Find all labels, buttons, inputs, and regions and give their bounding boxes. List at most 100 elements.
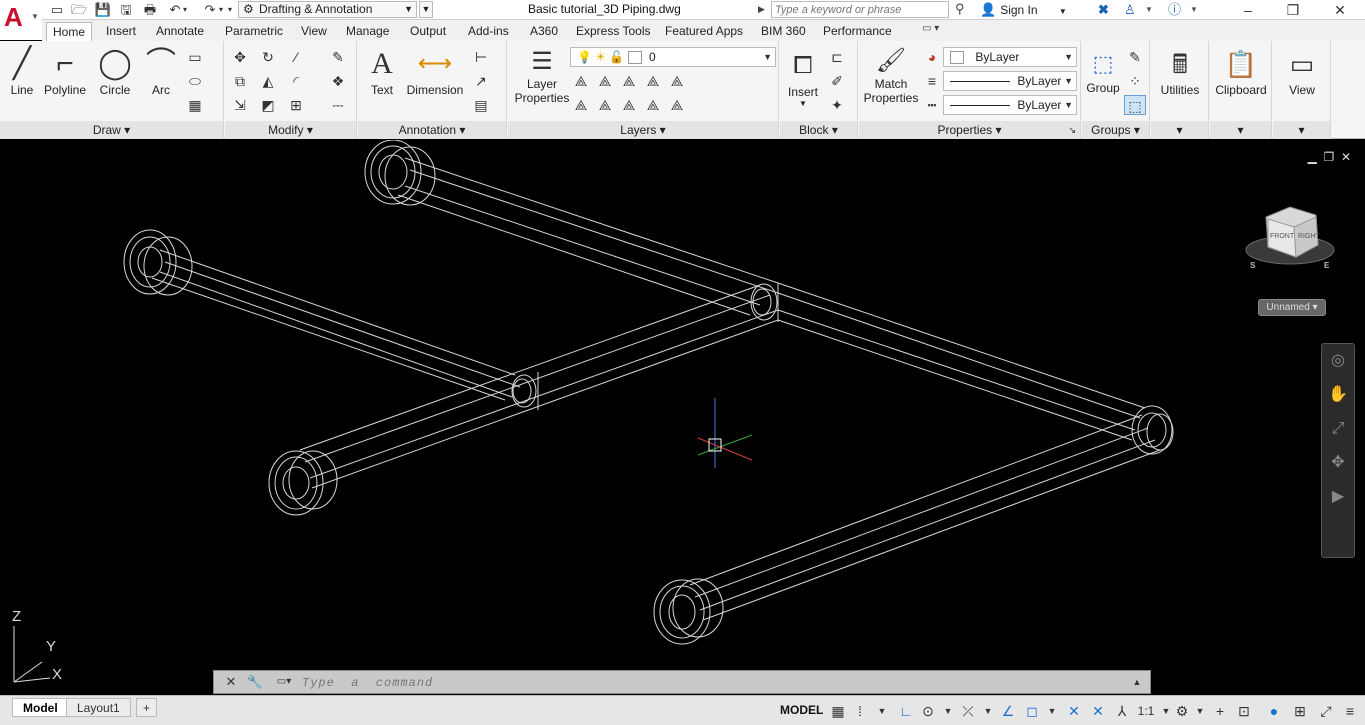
- wrench-icon[interactable]: 🔧: [246, 673, 264, 691]
- tab-view[interactable]: View: [295, 22, 333, 41]
- layers-panel-title[interactable]: Layers ▾: [508, 121, 778, 139]
- ribbon-minimize-icon[interactable]: ▭ ▾: [922, 23, 939, 34]
- search-expand-icon[interactable]: ▶: [758, 1, 770, 18]
- undo-dropdown-icon[interactable]: ▾: [180, 1, 190, 18]
- model-space-toggle[interactable]: MODEL: [780, 703, 823, 717]
- circle-button[interactable]: ◯ Circle: [94, 45, 136, 97]
- add-layout-icon[interactable]: +: [136, 698, 158, 717]
- sign-in-button[interactable]: 👤 Sign In ▼: [980, 1, 1067, 18]
- layer-on-icon[interactable]: ⟁: [618, 95, 640, 115]
- chevron-down-icon[interactable]: ▼: [1145, 1, 1153, 18]
- annotation-scale-icon[interactable]: ⅄: [1112, 701, 1132, 721]
- text-button[interactable]: A Text: [362, 45, 402, 97]
- arc-button[interactable]: ⌒ Arc: [140, 45, 182, 97]
- recent-commands-icon[interactable]: ▭▾: [272, 673, 296, 691]
- chevron-down-icon[interactable]: ▼: [938, 701, 958, 721]
- plot-icon[interactable]: 🖶: [141, 1, 159, 18]
- viewcube[interactable]: FRONT RIGHT S E: [1240, 205, 1340, 275]
- tab-add-ins[interactable]: Add-ins: [462, 22, 515, 41]
- leader-icon[interactable]: ⊢: [470, 47, 492, 67]
- command-input[interactable]: [302, 674, 1122, 692]
- layer-match-icon[interactable]: ⟁: [594, 71, 616, 91]
- annotation-visibility-icon[interactable]: ✕: [1064, 701, 1084, 721]
- line-button[interactable]: ╱ Line: [4, 45, 40, 97]
- minimize-icon[interactable]: –: [1228, 0, 1268, 20]
- chevron-down-icon[interactable]: ▼: [1042, 701, 1062, 721]
- compass-east-label[interactable]: E: [1324, 261, 1329, 270]
- group-selection-icon[interactable]: ⬚: [1124, 95, 1146, 115]
- lineweight-dropdown[interactable]: ByLayer ▼: [943, 71, 1077, 91]
- application-menu-button[interactable]: A ▼: [0, 0, 42, 40]
- tab-parametric[interactable]: Parametric: [219, 22, 289, 41]
- object-snap-tracking-icon[interactable]: ∠: [998, 701, 1018, 721]
- open-folder-icon[interactable]: 🗁: [70, 1, 88, 18]
- draw-panel-title[interactable]: Draw ▾: [0, 121, 223, 139]
- isolate-objects-icon[interactable]: ⊡: [1234, 701, 1254, 721]
- tab-annotate[interactable]: Annotate: [150, 22, 210, 41]
- named-view-dropdown[interactable]: Unnamed ▾: [1258, 299, 1326, 316]
- offset-icon[interactable]: ⎓: [327, 95, 349, 115]
- clipboard-expand[interactable]: ▾: [1210, 121, 1271, 139]
- dimension-button[interactable]: ⟷ Dimension: [404, 45, 466, 97]
- hatch-icon[interactable]: ▦: [184, 95, 206, 115]
- annotation-panel-title[interactable]: Annotation ▾: [358, 121, 506, 139]
- trim-icon[interactable]: ⁄: [285, 47, 307, 67]
- viewport-minimize-icon[interactable]: ▁: [1308, 150, 1317, 164]
- array-icon[interactable]: ⊞: [285, 95, 307, 115]
- erase-icon[interactable]: ✎: [327, 47, 349, 67]
- polar-tracking-icon[interactable]: ⊙: [918, 701, 938, 721]
- layer-merge-icon[interactable]: ⟁: [666, 95, 688, 115]
- help-icon[interactable]: ⓘ: [1168, 1, 1181, 18]
- command-history-icon[interactable]: ▲: [1128, 673, 1146, 691]
- viewport-close-icon[interactable]: ✕: [1341, 150, 1351, 164]
- steering-wheel-icon[interactable]: ◎: [1322, 344, 1354, 378]
- save-as-icon[interactable]: 🖫: [117, 1, 135, 18]
- groups-panel-title[interactable]: Groups ▾: [1082, 121, 1149, 139]
- tab-manage[interactable]: Manage: [340, 22, 395, 41]
- utilities-expand[interactable]: ▾: [1151, 121, 1208, 139]
- rotate-icon[interactable]: ↻: [257, 47, 279, 67]
- view-button[interactable]: ▭ View: [1277, 45, 1327, 97]
- layer-freeze-icon[interactable]: ⟁: [642, 71, 664, 91]
- tab-bim-360[interactable]: BIM 360: [755, 22, 812, 41]
- explode-icon[interactable]: ❖: [327, 71, 349, 91]
- fillet-icon[interactable]: ◜: [285, 71, 307, 91]
- tab-featured-apps[interactable]: Featured Apps: [659, 22, 749, 41]
- customize-qat-icon[interactable]: ▾: [225, 1, 235, 18]
- showmotion-icon[interactable]: ▶: [1322, 480, 1354, 514]
- copy-icon[interactable]: ⧉: [229, 71, 251, 91]
- edit-block-icon[interactable]: ✐: [826, 71, 848, 91]
- ungroup-icon[interactable]: ✎: [1124, 47, 1146, 67]
- utilities-panel[interactable]: 🖩 Utilities ▾: [1151, 41, 1209, 139]
- view-expand[interactable]: ▾: [1273, 121, 1330, 139]
- layout-tab-model[interactable]: Model: [12, 698, 69, 717]
- insert-button[interactable]: ⧠ Insert ▼: [782, 47, 824, 108]
- tab-insert[interactable]: Insert: [100, 22, 142, 41]
- layer-thaw-icon[interactable]: ⟁: [642, 95, 664, 115]
- layer-dropdown[interactable]: 💡 ☀ 🔓 0 ▼: [570, 47, 776, 67]
- workspace-gear-icon[interactable]: ⚙: [1172, 701, 1192, 721]
- multileader-icon[interactable]: ↗: [470, 71, 492, 91]
- ellipse-icon[interactable]: ⬭: [184, 71, 206, 91]
- tab-output[interactable]: Output: [404, 22, 452, 41]
- view-panel[interactable]: ▭ View ▾: [1273, 41, 1331, 139]
- viewport-restore-icon[interactable]: ❐: [1324, 150, 1335, 164]
- stretch-icon[interactable]: ⇲: [229, 95, 251, 115]
- close-icon[interactable]: ✕: [1320, 0, 1360, 20]
- binoculars-icon[interactable]: ⚲: [955, 1, 965, 17]
- snap-icon[interactable]: ⁞: [850, 701, 870, 721]
- move-icon[interactable]: ✥: [229, 47, 251, 67]
- chevron-down-icon[interactable]: ▼: [978, 701, 998, 721]
- close-icon[interactable]: ✕: [222, 673, 240, 691]
- object-snap-icon[interactable]: ◻: [1022, 701, 1042, 721]
- clipboard-button[interactable]: 📋 Clipboard: [1212, 45, 1270, 97]
- orbit-icon[interactable]: ✥: [1322, 446, 1354, 480]
- workspace-more-button[interactable]: ▼: [419, 1, 433, 18]
- a360-icon[interactable]: ♙: [1124, 1, 1136, 18]
- match-properties-button[interactable]: 🖌 Match Properties: [861, 45, 921, 105]
- edit-attributes-icon[interactable]: ✦: [826, 95, 848, 115]
- search-input[interactable]: [771, 1, 949, 18]
- layer-unisolate-icon[interactable]: ⟁: [594, 95, 616, 115]
- modify-panel-title[interactable]: Modify ▾: [225, 121, 356, 139]
- tab-a360[interactable]: A360: [524, 22, 564, 41]
